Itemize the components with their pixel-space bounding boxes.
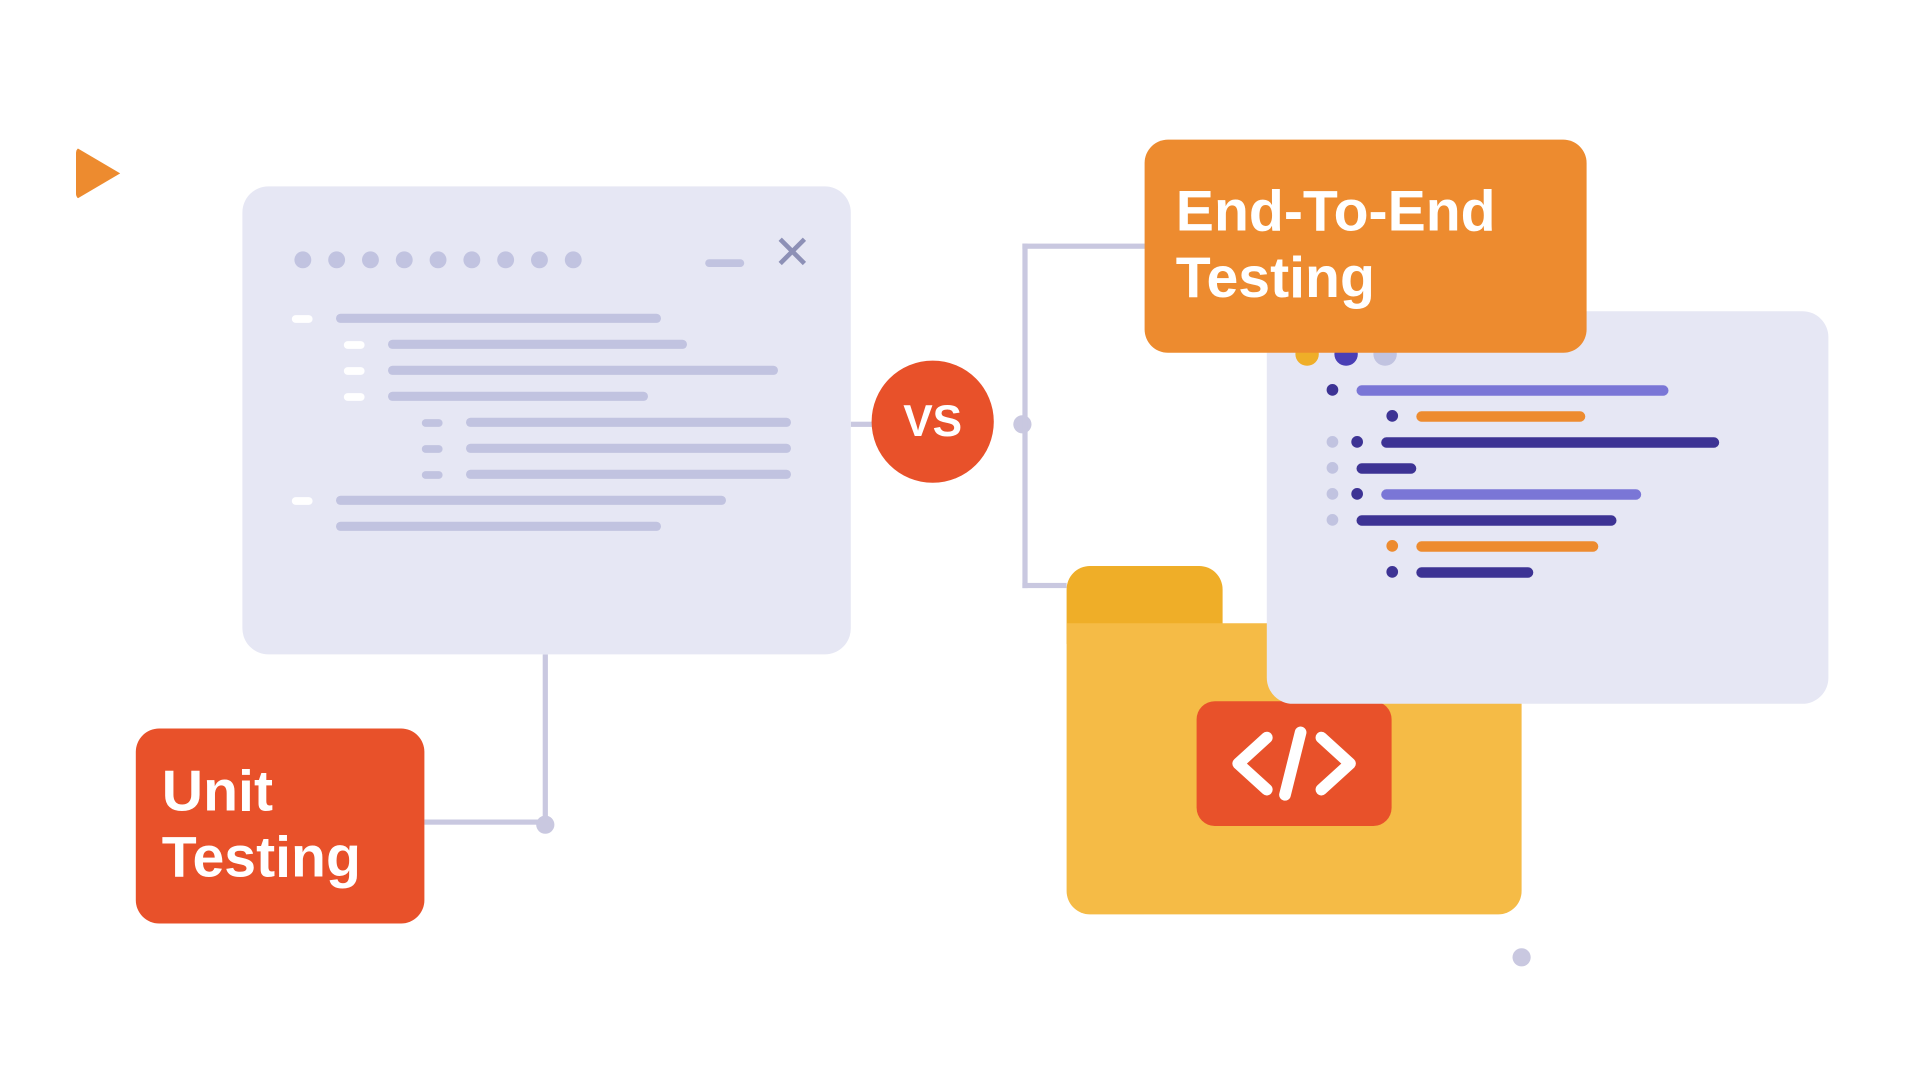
- connector-line: [1022, 583, 1066, 588]
- play-icon: [76, 147, 120, 199]
- unit-testing-label: Unit Testing: [136, 729, 425, 924]
- code-window-right: [1267, 311, 1829, 704]
- vs-text: VS: [903, 396, 962, 447]
- diagram-canvas: ✕ Unit Testing VS End-To-End Testing: [14, 10, 1907, 1071]
- connector-line: [1022, 244, 1151, 249]
- minimize-icon: [705, 259, 744, 267]
- vs-badge: VS: [872, 361, 994, 483]
- e2e-testing-label: End-To-End Testing: [1145, 140, 1587, 353]
- code-tag-icon: [1197, 701, 1392, 826]
- code-window-left: ✕: [242, 186, 850, 654]
- e2e-testing-text: End-To-End Testing: [1176, 180, 1556, 312]
- code-lines: [1327, 384, 1790, 592]
- close-icon: ✕: [773, 225, 812, 280]
- connector-node: [536, 816, 554, 834]
- connector-node: [1513, 948, 1531, 966]
- window-dots-icon: [294, 251, 581, 268]
- connector-line: [543, 654, 548, 824]
- connector-line: [1022, 244, 1027, 589]
- code-lines: [292, 314, 812, 548]
- connector-line: [424, 820, 548, 825]
- unit-testing-text: Unit Testing: [162, 760, 361, 892]
